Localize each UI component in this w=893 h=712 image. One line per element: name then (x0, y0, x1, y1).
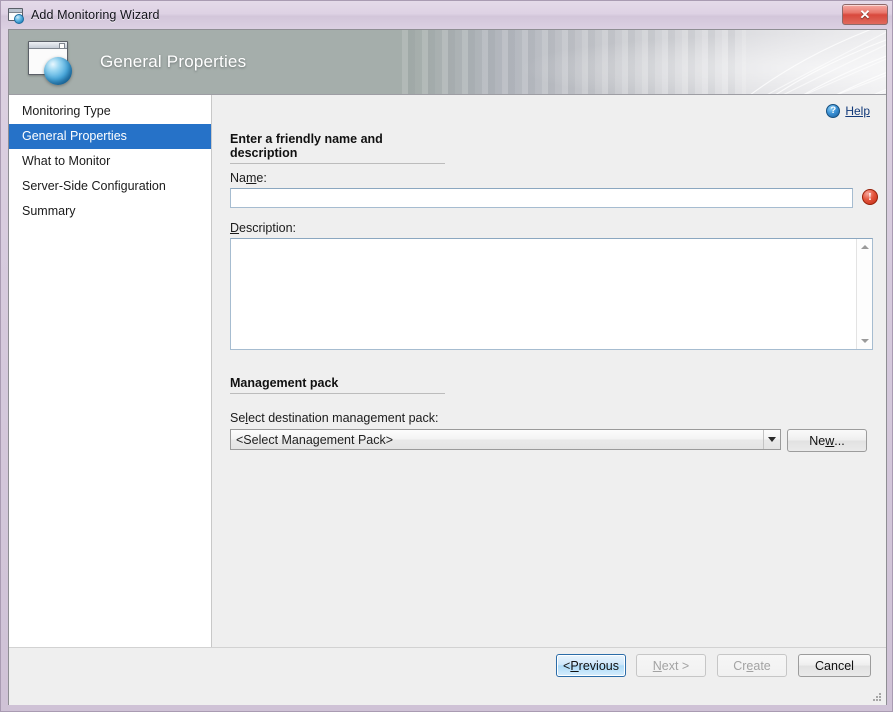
name-input[interactable] (230, 188, 853, 208)
management-pack-dropdown[interactable]: <Select Management Pack> (230, 429, 781, 450)
banner-stripes (395, 30, 746, 94)
next-button: Next > (636, 654, 706, 677)
management-pack-label: Select destination management pack: (230, 411, 438, 425)
resize-grip[interactable] (871, 691, 883, 703)
content-pane: ? Help Enter a friendly name and descrip… (212, 95, 886, 647)
management-pack-selected-value: <Select Management Pack> (231, 433, 763, 447)
window-title: Add Monitoring Wizard (31, 8, 160, 22)
cancel-button[interactable]: Cancel (798, 654, 871, 677)
description-input[interactable] (231, 239, 856, 349)
new-management-pack-button[interactable]: New... (787, 429, 867, 452)
scroll-down-arrow-icon[interactable] (857, 333, 873, 349)
sidebar-item-monitoring-type[interactable]: Monitoring Type (9, 99, 211, 124)
wizard-footer: < Previous Next > Create Cancel (9, 647, 886, 705)
error-exclamation-icon: ! (862, 189, 878, 205)
banner-mesh-graphic (596, 30, 886, 95)
create-button: Create (717, 654, 787, 677)
window-sphere-icon (8, 8, 25, 23)
help-label: Help (845, 104, 870, 118)
wizard-window: Add Monitoring Wizard ✕ (0, 0, 893, 712)
section-heading-management-pack: Management pack (230, 376, 445, 394)
sidebar-item-what-to-monitor[interactable]: What to Monitor (9, 149, 211, 174)
sidebar-item-summary[interactable]: Summary (9, 199, 211, 224)
close-button[interactable]: ✕ (842, 4, 888, 25)
chevron-down-icon[interactable] (763, 430, 780, 449)
name-label: Name: (230, 171, 267, 185)
body-row: Monitoring Type General Properties What … (9, 95, 886, 647)
section-heading-general: Enter a friendly name and description (230, 132, 445, 164)
help-link[interactable]: ? Help (826, 104, 870, 118)
description-field-wrapper (230, 238, 873, 350)
sidebar-item-general-properties[interactable]: General Properties (9, 124, 211, 149)
description-scrollbar[interactable] (856, 239, 872, 349)
sidebar-item-server-side-configuration[interactable]: Server-Side Configuration (9, 174, 211, 199)
client-area: General Properties Monitoring Type Gener… (8, 29, 887, 705)
title-bar: Add Monitoring Wizard ✕ (1, 1, 892, 29)
question-mark-icon: ? (826, 104, 840, 118)
scroll-up-arrow-icon[interactable] (857, 239, 873, 255)
close-icon: ✕ (860, 8, 871, 21)
wizard-step-list: Monitoring Type General Properties What … (9, 95, 212, 647)
wizard-banner: General Properties (9, 30, 886, 95)
previous-button[interactable]: < Previous (556, 654, 626, 677)
page-title: General Properties (100, 52, 246, 72)
window-sphere-icon (26, 39, 78, 85)
description-label: Description: (230, 221, 296, 235)
banner-glow (491, 30, 886, 94)
